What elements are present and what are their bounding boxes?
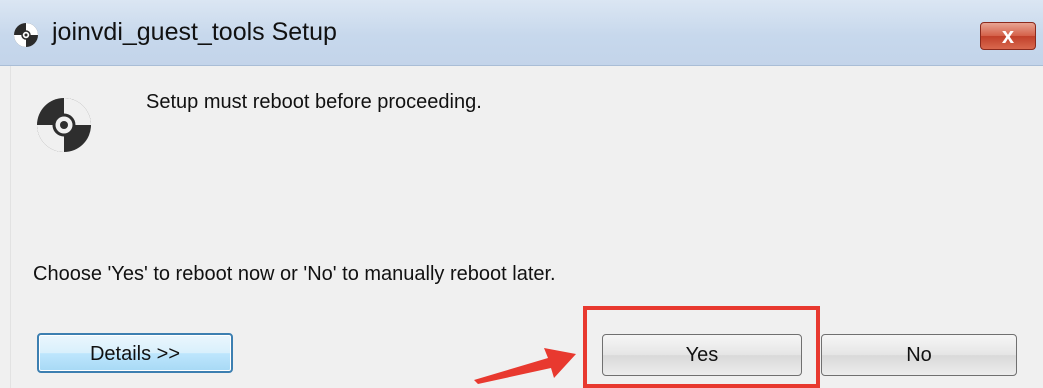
no-button[interactable]: No	[821, 334, 1017, 376]
setup-disc-icon	[14, 23, 38, 47]
setup-disc-icon	[37, 98, 91, 152]
reboot-instruction: Choose 'Yes' to reboot now or 'No' to ma…	[33, 263, 556, 285]
title-bar[interactable]: joinvdi_guest_tools Setup x	[0, 0, 1043, 66]
details-button[interactable]: Details >>	[37, 333, 233, 373]
close-icon: x	[1001, 23, 1015, 48]
close-button[interactable]: x	[980, 22, 1036, 50]
highlight-box	[583, 306, 820, 388]
reboot-message: Setup must reboot before proceeding.	[146, 91, 482, 113]
setup-dialog: joinvdi_guest_tools Setup x Setup must r…	[0, 0, 1043, 388]
window-title: joinvdi_guest_tools Setup	[52, 18, 337, 46]
annotation-arrow-icon	[474, 348, 576, 384]
